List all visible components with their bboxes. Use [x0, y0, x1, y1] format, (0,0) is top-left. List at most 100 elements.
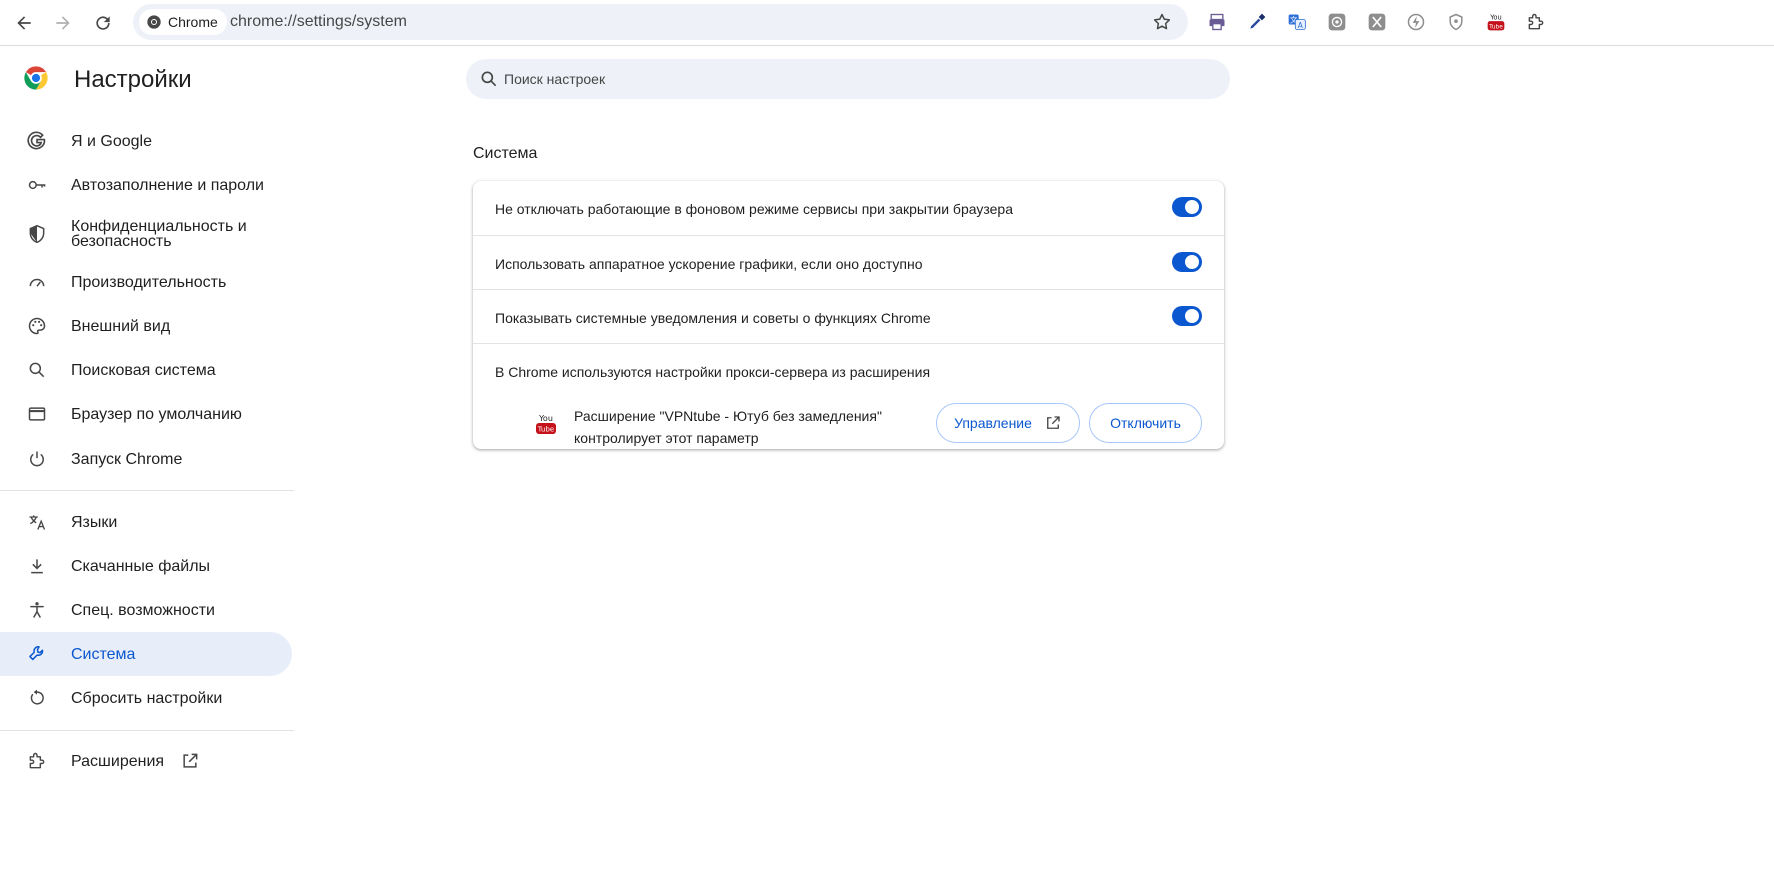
- shield-icon: [26, 223, 48, 245]
- search-icon: [481, 71, 497, 87]
- section-title: Система: [473, 145, 538, 162]
- wrench-icon: [26, 643, 48, 665]
- settings-search-field[interactable]: Поиск настроек: [466, 59, 1230, 99]
- sidebar-item-system[interactable]: Система: [0, 632, 292, 676]
- sidebar-item-label: Производительность: [71, 273, 227, 291]
- site-chip-label: Chrome: [168, 14, 218, 30]
- setting-label: Не отключать работающие в фоновом режиме…: [495, 201, 1013, 217]
- svg-text:Tube: Tube: [537, 426, 554, 434]
- shield-extension-icon[interactable]: [1445, 11, 1467, 33]
- extension-control-line: контролирует этот параметр: [574, 430, 759, 446]
- translate-icon: [26, 511, 48, 533]
- speedometer-icon: [26, 271, 48, 293]
- disable-button-label: Отключить: [1110, 415, 1181, 431]
- search-icon: [26, 359, 48, 381]
- chrome-logo-icon: [24, 66, 48, 90]
- svg-text:You: You: [1489, 14, 1501, 22]
- sidebar-item-label: Система: [71, 645, 136, 663]
- sidebar-item-label: Я и Google: [71, 132, 152, 150]
- sidebar-item-downloads[interactable]: Скачанные файлы: [0, 544, 292, 588]
- sidebar-item-languages[interactable]: Языки: [0, 500, 292, 544]
- palette-icon: [26, 315, 48, 337]
- translate-extension-icon[interactable]: 文A: [1286, 11, 1308, 33]
- setting-label: Использовать аппаратное ускорение график…: [495, 256, 923, 272]
- background-apps-toggle[interactable]: [1172, 197, 1202, 217]
- hardware-acceleration-toggle[interactable]: [1172, 252, 1202, 272]
- search-placeholder: Поиск настроек: [504, 71, 606, 87]
- google-icon: [26, 130, 48, 152]
- vpntube-extension-icon[interactable]: You Tube: [1485, 11, 1507, 33]
- sidebar-item-label: Запуск Chrome: [71, 450, 183, 468]
- forward-button[interactable]: [48, 8, 78, 38]
- puzzle-extensions-menu-icon[interactable]: [1525, 11, 1547, 33]
- back-button[interactable]: [9, 8, 39, 38]
- sidebar-item-label: Браузер по умолчанию: [71, 405, 242, 423]
- browser-window-icon: [26, 403, 48, 425]
- disable-button[interactable]: Отключить: [1089, 403, 1202, 443]
- puzzle-icon: [26, 750, 48, 772]
- open-in-new-icon: [1046, 416, 1060, 429]
- svg-text:A: A: [1298, 21, 1304, 30]
- arrow-right-icon: [56, 16, 70, 30]
- manage-button[interactable]: Управление: [936, 403, 1080, 443]
- bookmark-star-icon[interactable]: [1152, 12, 1172, 32]
- sidebar-item-performance[interactable]: Производительность: [0, 260, 292, 304]
- reload-icon: [96, 16, 110, 30]
- svg-text:Tube: Tube: [1488, 24, 1503, 30]
- setting-label: Показывать системные уведомления и совет…: [495, 310, 931, 326]
- bolt-extension-icon[interactable]: [1405, 11, 1427, 33]
- accessibility-icon: [26, 599, 48, 621]
- sidebar-item-on-startup[interactable]: Запуск Chrome: [0, 437, 292, 481]
- power-icon: [26, 448, 48, 470]
- page-title: Настройки: [74, 66, 192, 93]
- openai-extension-icon[interactable]: [1326, 11, 1348, 33]
- sidebar-divider: [0, 490, 294, 491]
- setting-row-background-apps[interactable]: Не отключать работающие в фоновом режиме…: [473, 181, 1224, 235]
- svg-text:You: You: [538, 414, 553, 423]
- sidebar-divider: [0, 730, 294, 731]
- site-info-chip[interactable]: Chrome: [139, 9, 227, 35]
- printer-extension-icon[interactable]: [1206, 11, 1228, 33]
- chrome-icon: [147, 15, 161, 29]
- sidebar-item-label: Конфиденциальность и безопасность: [71, 218, 247, 250]
- sidebar-item-label: Спец. возможности: [71, 601, 215, 619]
- proxy-label: В Chrome используются настройки прокси-с…: [495, 364, 931, 380]
- settings-brand: Настройки: [22, 64, 192, 93]
- sidebar-item-search-engine[interactable]: Поисковая система: [0, 348, 292, 392]
- sidebar-item-label: Языки: [71, 513, 118, 531]
- sidebar-item-default-browser[interactable]: Браузер по умолчанию: [0, 392, 292, 436]
- sidebar-item-extensions[interactable]: Расширения: [0, 739, 292, 783]
- browser-toolbar: Chrome chrome://settings/system 文A You Tu…: [0, 0, 1774, 46]
- reset-icon: [26, 687, 48, 709]
- sidebar-item-privacy[interactable]: Конфиденциальность и безопасность: [0, 212, 292, 256]
- x-extension-icon[interactable]: [1366, 11, 1388, 33]
- key-icon: [26, 174, 48, 196]
- sidebar-item-autofill[interactable]: Автозаполнение и пароли: [0, 163, 292, 207]
- download-icon: [26, 555, 48, 577]
- setting-row-hardware-acceleration[interactable]: Использовать аппаратное ускорение график…: [473, 235, 1224, 289]
- sidebar-item-label: Внешний вид: [71, 317, 171, 335]
- arrow-left-icon: [17, 16, 31, 30]
- vpntube-logo-icon: You Tube: [536, 414, 556, 434]
- sidebar-item-label: Сбросить настройки: [71, 689, 223, 707]
- url-text: chrome://settings/system: [230, 13, 407, 30]
- manage-button-label: Управление: [954, 415, 1032, 431]
- extension-name-line: Расширение "VPNtube - Ютуб без замедлени…: [574, 408, 882, 424]
- address-bar[interactable]: Chrome chrome://settings/system: [133, 4, 1188, 40]
- sidebar-item-appearance[interactable]: Внешний вид: [0, 304, 292, 348]
- open-in-new-icon: [179, 750, 201, 772]
- eyedropper-extension-icon[interactable]: [1246, 11, 1268, 33]
- reload-button[interactable]: [88, 8, 118, 38]
- setting-row-proxy: В Chrome используются настройки прокси-с…: [473, 343, 1224, 397]
- sidebar-item-label: Автозаполнение и пароли: [71, 176, 264, 194]
- sidebar-item-you-and-google[interactable]: Я и Google: [0, 119, 292, 163]
- sidebar-item-label: Поисковая система: [71, 361, 216, 379]
- system-settings-card: Не отключать работающие в фоновом режиме…: [473, 181, 1224, 449]
- sidebar-item-label: Расширения: [71, 752, 165, 770]
- setting-row-system-notifications[interactable]: Показывать системные уведомления и совет…: [473, 289, 1224, 343]
- sidebar-item-accessibility[interactable]: Спец. возможности: [0, 588, 292, 632]
- sidebar-item-label: Скачанные файлы: [71, 557, 211, 575]
- extension-control-text: Расширение "VPNtube - Ютуб без замедлени…: [574, 405, 904, 449]
- sidebar-item-reset[interactable]: Сбросить настройки: [0, 676, 292, 720]
- system-notifications-toggle[interactable]: [1172, 306, 1202, 326]
